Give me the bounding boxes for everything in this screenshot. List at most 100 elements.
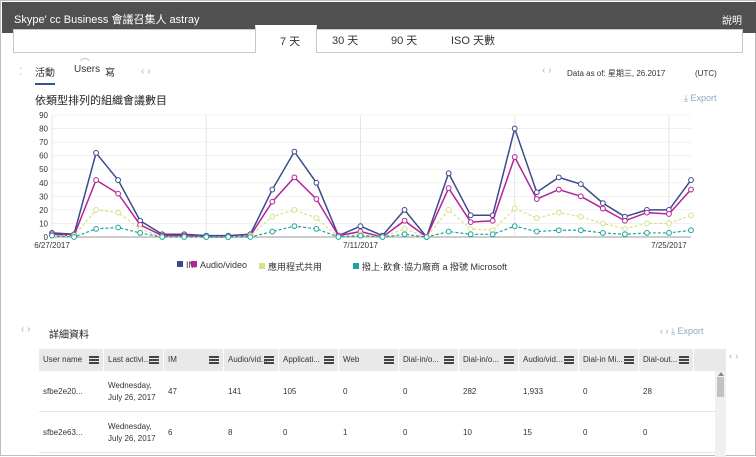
- y-tick-label: 20: [39, 206, 48, 215]
- legend-item-audio-video[interactable]: Audio/video: [191, 260, 247, 270]
- data-point: [137, 230, 144, 236]
- data-point: [313, 196, 320, 202]
- data-point: [115, 224, 122, 231]
- data-point: [247, 234, 254, 240]
- data-point: [599, 230, 606, 236]
- data-point: [115, 209, 122, 216]
- column-header[interactable]: Applicati...: [279, 349, 339, 371]
- range-tab-custom-days[interactable]: ISO 天數: [451, 30, 495, 53]
- data-point: [225, 234, 232, 240]
- column-header-label: IM: [168, 355, 177, 364]
- range-tab-7-days[interactable]: 7 天: [255, 25, 317, 53]
- time-range-selector: 7 天 30 天 90 天 ISO 天數: [13, 25, 743, 53]
- scroll-up-icon[interactable]: [718, 372, 724, 376]
- data-point: [247, 232, 254, 239]
- data-point: [291, 174, 298, 181]
- column-menu-icon[interactable]: [624, 356, 634, 364]
- data-point: [71, 234, 77, 240]
- column-header[interactable]: Last activi...: [104, 349, 164, 371]
- data-point: [379, 234, 386, 240]
- data-point: [511, 223, 518, 230]
- data-point: [379, 234, 386, 240]
- data-point: [247, 231, 254, 238]
- data-point: [688, 212, 694, 219]
- column-header[interactable]: Audio/vid...: [519, 349, 579, 371]
- details-export-button[interactable]: ‹ › ⤓ Export: [660, 326, 704, 337]
- data-point: [644, 230, 650, 236]
- column-menu-icon[interactable]: [89, 356, 99, 364]
- data-point: [555, 186, 562, 193]
- column-header-label: Audio/vid...: [228, 355, 268, 364]
- column-menu-icon[interactable]: [149, 356, 159, 364]
- column-header[interactable]: Audio/vid...: [224, 349, 279, 371]
- table-row[interactable]: sfbe2e20... Wednesday, July 26, 2017 47 141…: [39, 371, 715, 412]
- column-menu-icon[interactable]: [384, 356, 394, 364]
- legend-swatch-im: [177, 261, 183, 267]
- column-header[interactable]: Dial-in/o...: [399, 349, 459, 371]
- data-point: [467, 225, 474, 232]
- data-point: [159, 231, 166, 238]
- data-point: [159, 234, 166, 240]
- data-point: [137, 221, 144, 228]
- data-point: [577, 193, 584, 200]
- column-header-label: Dial-in/o...: [463, 355, 500, 364]
- data-point: [467, 231, 474, 238]
- legend-item-dial-in[interactable]: 撥上·飲食·協力廠商 a 撥號 Microsoft: [353, 260, 507, 273]
- y-tick-label: 40: [39, 179, 48, 188]
- table-cell: 141: [228, 387, 242, 396]
- scroll-thumb[interactable]: [717, 377, 724, 397]
- column-header[interactable]: Dial-in/o...: [459, 349, 519, 371]
- column-menu-icon[interactable]: [324, 356, 334, 364]
- column-menu-icon[interactable]: [209, 356, 219, 364]
- export-label: Export: [690, 93, 717, 103]
- data-point: [599, 220, 606, 227]
- data-point: [335, 234, 342, 240]
- data-point: [247, 232, 254, 239]
- callout-marker-icon: ‹ ›: [729, 351, 739, 362]
- chart-export-button[interactable]: ⤓ Export: [684, 93, 717, 104]
- column-header[interactable]: Dial-out...: [639, 349, 694, 371]
- table-row[interactable]: sfbe2e63... Wednesday, July 26, 2017 6 8 0 1 0…: [39, 412, 715, 453]
- column-header-label: Dial-in Mi...: [583, 355, 624, 364]
- column-menu-icon[interactable]: [504, 356, 514, 364]
- help-link[interactable]: 說明: [722, 12, 742, 27]
- grid-scrollbar[interactable]: [715, 371, 726, 457]
- data-point: [555, 209, 562, 216]
- data-point: [511, 154, 518, 160]
- timezone-label: (UTC): [695, 69, 717, 78]
- tab-write[interactable]: 寫: [105, 64, 115, 79]
- column-header-label: Dial-in/o...: [403, 355, 440, 364]
- data-point: [225, 232, 232, 239]
- legend-swatch-audio-video: [191, 261, 197, 267]
- data-point: [401, 231, 408, 238]
- tab-users[interactable]: Users: [74, 64, 100, 75]
- data-point: [137, 217, 144, 224]
- data-point: [489, 227, 496, 234]
- x-tick-label: 6/27/2017: [34, 241, 70, 250]
- data-point: [379, 232, 386, 239]
- column-header[interactable]: User name: [39, 349, 104, 371]
- column-header[interactable]: IM: [164, 349, 224, 371]
- y-tick-label: 30: [39, 192, 48, 201]
- data-point: [666, 206, 672, 213]
- table-cell: 10: [463, 428, 472, 437]
- column-header[interactable]: Web: [339, 349, 399, 371]
- column-menu-icon[interactable]: [264, 356, 274, 364]
- data-point: [401, 206, 408, 213]
- legend-item-app-sharing[interactable]: 應用程式共用: [259, 260, 322, 273]
- table-cell: 105: [283, 387, 297, 396]
- data-point: [357, 231, 364, 238]
- column-menu-icon[interactable]: [444, 356, 454, 364]
- column-header-label: Last activi...: [108, 355, 151, 364]
- range-tab-90-days[interactable]: 90 天: [391, 30, 417, 53]
- column-menu-icon[interactable]: [679, 356, 689, 364]
- y-tick-label: 90: [39, 111, 48, 120]
- x-tick-label: 7/25/2017: [651, 241, 687, 250]
- tab-activity[interactable]: 活動: [35, 64, 55, 85]
- data-point: [688, 177, 694, 183]
- column-header[interactable]: Dial-in Mi...: [579, 349, 639, 371]
- column-menu-icon[interactable]: [564, 356, 574, 364]
- series-line-2: [52, 207, 692, 238]
- table-cell: 282: [463, 387, 477, 396]
- range-tab-30-days[interactable]: 30 天: [332, 30, 358, 53]
